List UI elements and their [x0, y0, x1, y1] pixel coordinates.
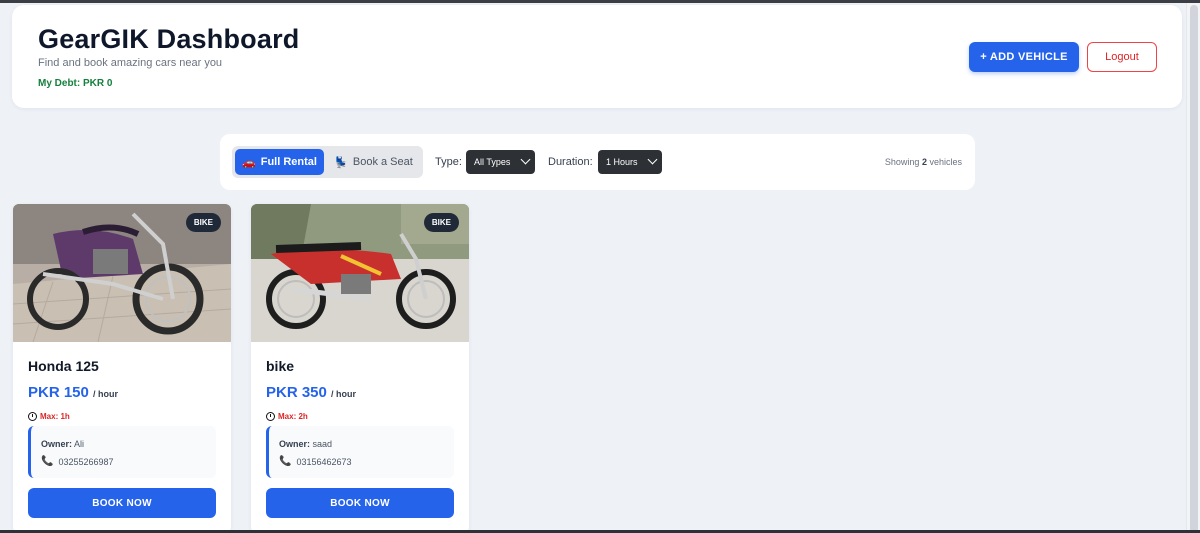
vehicle-type-badge: BIKE	[423, 213, 459, 232]
window-top-edge	[0, 0, 1200, 3]
vehicle-card: BIKE bike PKR 350 / hour Max: 2h Owner: …	[251, 204, 469, 533]
owner-line: Owner: saad	[279, 439, 332, 449]
duration-select[interactable]: 1 Hours	[598, 150, 662, 174]
results-count: Showing 2 vehicles	[885, 157, 962, 167]
full-rental-label: Full Rental	[260, 156, 317, 168]
duration-select-value: 1 Hours	[606, 157, 638, 167]
owner-label: Owner:	[41, 439, 73, 449]
price-unit: / hour	[93, 389, 118, 399]
type-select[interactable]: All Types	[466, 150, 535, 174]
max-duration-text: Max: 2h	[278, 412, 308, 421]
owner-phone: 📞 03255266987	[41, 456, 114, 467]
owner-info: Owner: Ali 📞 03255266987	[28, 426, 216, 478]
car-icon: 🚗	[242, 156, 256, 169]
scrollbar-thumb[interactable]	[1190, 5, 1198, 533]
timer-icon	[28, 412, 37, 421]
filter-bar: 🚗 Full Rental 💺 Book a Seat Type: All Ty…	[220, 134, 975, 190]
vehicle-price: PKR 150	[28, 384, 89, 401]
phone-icon: 📞	[41, 456, 54, 467]
type-label: Type:	[435, 156, 462, 168]
showing-prefix: Showing	[884, 157, 920, 167]
phone-icon: 📞	[279, 456, 292, 467]
owner-name: Ali	[74, 439, 85, 449]
seat-icon: 💺	[334, 156, 348, 169]
logout-button[interactable]: Logout	[1087, 42, 1157, 72]
vehicle-card: BIKE Honda 125 PKR 150 / hour Max: 1h Ow…	[13, 204, 231, 533]
timer-icon	[266, 412, 275, 421]
duration-label: Duration:	[548, 156, 593, 168]
vertical-scrollbar[interactable]	[1186, 3, 1200, 533]
max-duration: Max: 1h	[28, 412, 70, 421]
book-now-button[interactable]: BOOK NOW	[28, 488, 216, 518]
rental-mode-toggle: 🚗 Full Rental 💺 Book a Seat	[232, 146, 423, 178]
owner-line: Owner: Ali	[41, 439, 84, 449]
add-vehicle-button[interactable]: + ADD VEHICLE	[969, 42, 1079, 72]
phone-number: 03156462673	[296, 456, 352, 467]
vehicle-name: bike	[266, 358, 295, 374]
owner-label: Owner:	[279, 439, 311, 449]
owner-info: Owner: saad 📞 03156462673	[266, 426, 454, 478]
max-duration-text: Max: 1h	[40, 412, 70, 421]
page-title: GearGIK Dashboard	[38, 24, 300, 54]
showing-suffix: vehicles	[929, 157, 962, 167]
vehicle-type-badge: BIKE	[185, 213, 221, 232]
dashboard-header: GearGIK Dashboard Find and book amazing …	[12, 5, 1182, 108]
book-seat-label: Book a Seat	[352, 156, 413, 168]
owner-name: saad	[312, 439, 333, 449]
vehicle-name: Honda 125	[28, 358, 99, 374]
vehicle-price: PKR 350	[266, 384, 327, 401]
book-seat-tab[interactable]: 💺 Book a Seat	[327, 149, 420, 175]
owner-phone: 📞 03156462673	[279, 456, 352, 467]
max-duration: Max: 2h	[266, 412, 308, 421]
chevron-down-icon	[520, 154, 531, 165]
price-unit: / hour	[331, 389, 356, 399]
full-rental-tab[interactable]: 🚗 Full Rental	[235, 149, 324, 175]
page-subtitle: Find and book amazing cars near you	[38, 57, 223, 69]
book-now-button[interactable]: BOOK NOW	[266, 488, 454, 518]
debt-indicator: My Debt: PKR 0	[38, 78, 113, 89]
phone-number: 03255266987	[58, 456, 114, 467]
showing-count: 2	[921, 157, 927, 167]
chevron-down-icon	[647, 154, 658, 165]
type-select-value: All Types	[474, 157, 511, 167]
